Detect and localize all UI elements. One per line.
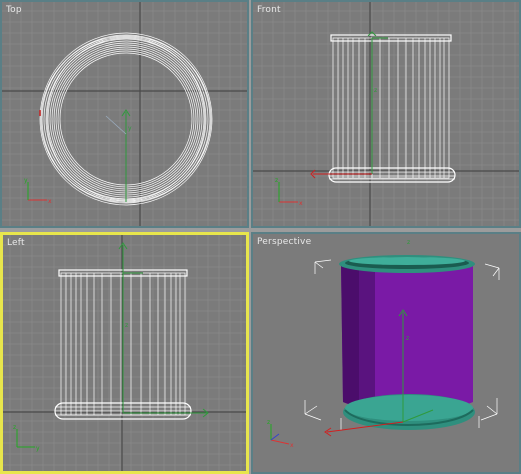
svg-text:z: z	[125, 322, 128, 329]
viewport-top[interactable]: y x y Top	[0, 0, 249, 228]
svg-text:z: z	[267, 419, 270, 426]
svg-text:z: z	[406, 335, 409, 342]
svg-text:x: x	[299, 200, 303, 207]
svg-text:x: x	[290, 442, 294, 449]
svg-text:y: y	[128, 125, 132, 132]
svg-text:z: z	[374, 87, 377, 94]
cup-shaded-model[interactable]	[339, 255, 475, 430]
front-view-canvas[interactable]: z x z	[253, 2, 519, 226]
perspective-view-canvas[interactable]: z z x z	[253, 234, 519, 472]
viewport-label-front[interactable]: Front	[257, 5, 281, 15]
viewport-perspective[interactable]: z z x z Perspective	[251, 232, 521, 474]
svg-text:z: z	[13, 424, 16, 431]
svg-text:z: z	[275, 177, 278, 184]
top-view-canvas[interactable]: y x y	[2, 2, 247, 226]
viewport-front[interactable]: z x z Front	[251, 0, 521, 228]
viewport-label-top[interactable]: Top	[6, 5, 22, 15]
svg-text:y: y	[36, 445, 40, 452]
viewport-left[interactable]: z y z Left	[0, 232, 249, 474]
viewport-label-left[interactable]: Left	[7, 238, 25, 248]
svg-text:z: z	[407, 239, 410, 246]
viewport-label-perspective[interactable]: Perspective	[257, 237, 311, 247]
left-view-canvas[interactable]: z y z	[3, 235, 246, 471]
svg-text:y: y	[24, 177, 28, 184]
svg-text:x: x	[48, 198, 52, 205]
